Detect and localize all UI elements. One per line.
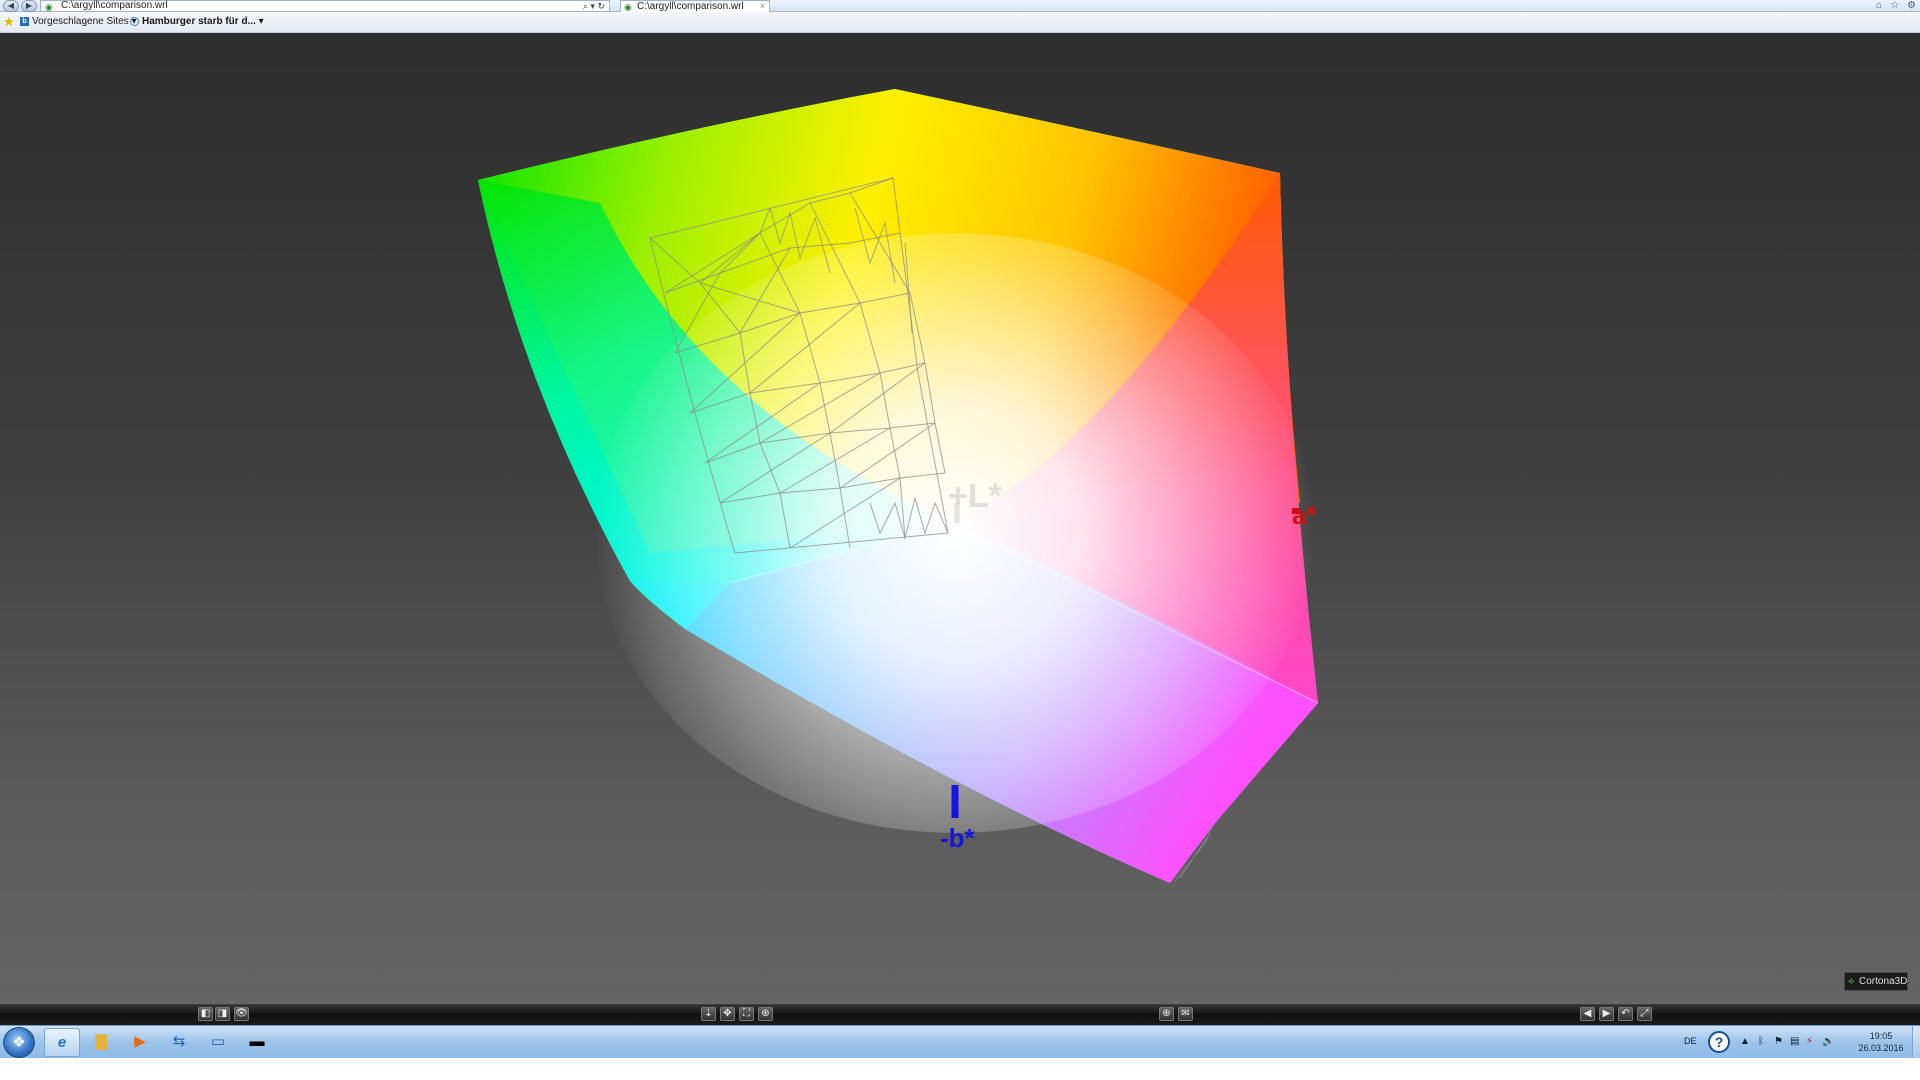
address-text[interactable]: C:\argyll\comparison.wrl (61, 0, 168, 11)
page-icon: ◉ (45, 2, 53, 12)
show-desktop-button[interactable] (1912, 1026, 1920, 1059)
power-icon[interactable]: ⚡ (1806, 1036, 1813, 1047)
system-tray: DE ? ▲ ᛒ ⚑ ▤ ⚡ 🔈 19:05 26.03.2016 (1670, 1026, 1920, 1059)
nav-pan-icon[interactable]: ◨ (215, 1007, 230, 1021)
color-gamut-3d-model (478, 89, 1319, 883)
help-question-icon[interactable]: ? (1708, 1031, 1730, 1053)
nav-next-viewpoint-icon[interactable]: ▶ (1599, 1007, 1614, 1021)
clock-time: 19:05 (1869, 1031, 1893, 1041)
back-button[interactable]: ◀ (3, 0, 19, 12)
browser-titlebar: ◀ ▶ ◉ C:\argyll\comparison.wrl ⌕ ▾ ↻ ◉ C… (0, 0, 1920, 12)
axis-label-L: +L* (948, 477, 1002, 515)
favorites-star-icon[interactable]: ★ (3, 14, 15, 30)
taskbar-file-explorer-icon[interactable]: ▇ (83, 1028, 119, 1057)
nav-move-icon[interactable]: ✥ (720, 1007, 735, 1021)
cortona-brand-text: Cortona3D (1859, 976, 1908, 987)
taskbar-media-player-icon[interactable]: ▶ (122, 1028, 158, 1057)
cortona-logo[interactable]: ⟡ Cortona3D (1844, 972, 1908, 991)
taskbar-teamviewer-icon[interactable]: ⇆ (161, 1028, 197, 1057)
ie-page-icon (130, 17, 139, 26)
nav-prev-viewpoint-icon[interactable]: ◀ (1580, 1007, 1595, 1021)
network-icon[interactable]: ▤ (1790, 1036, 1799, 1047)
clock-date: 26.03.2016 (1858, 1043, 1904, 1053)
volume-icon[interactable]: 🔈 (1822, 1036, 1834, 1047)
fav-item-hamburger[interactable]: Hamburger starb für d... ▾ (130, 16, 264, 27)
tab-close-icon[interactable]: × (760, 1, 765, 12)
nav-restore-icon[interactable]: ↶ (1618, 1007, 1633, 1021)
windows-taskbar: ❖ e ▇ ▶ ⇆ ▭ ▬ DE ? ▲ ᛒ ⚑ ▤ ⚡ 🔈 19:05 26.… (0, 1025, 1920, 1059)
cortona-leaf-icon: ⟡ (1848, 976, 1855, 987)
favorites-star-icon[interactable]: ☆ (1890, 0, 1899, 11)
cortona-navigation-bar: ◧ ◨ 👁 ⇣ ✥ ⛶ ⊕ ⊕ ✉ ◀ ▶ ↶ ⤢ (0, 1003, 1920, 1025)
nav-fit-icon[interactable]: ⛶ (739, 1007, 754, 1021)
nav-walk-icon[interactable]: ⇣ (701, 1007, 716, 1021)
language-indicator[interactable]: DE (1684, 1036, 1697, 1046)
nav-center-icon[interactable]: ⊕ (1159, 1007, 1174, 1021)
address-bar[interactable]: ◀ ▶ ◉ C:\argyll\comparison.wrl ⌕ ▾ ↻ (3, 0, 610, 12)
nav-mail-icon[interactable]: ✉ (1178, 1007, 1193, 1021)
windows-start-icon[interactable]: ❖ (3, 1027, 35, 1058)
system-clock[interactable]: 19:05 26.03.2016 (1856, 1030, 1906, 1054)
taskbar-command-prompt-icon[interactable]: ▬ (239, 1028, 275, 1057)
forward-button[interactable]: ▶ (21, 0, 37, 12)
nav-study-icon[interactable]: ⊕ (758, 1007, 773, 1021)
axis-label-a: a* (1292, 500, 1317, 530)
taskbar-remote-desktop-icon[interactable]: ▭ (200, 1028, 236, 1057)
axis-label-b: -b* (940, 823, 975, 853)
nav-view-eye-icon[interactable]: 👁 (234, 1007, 249, 1021)
nav-plan-icon[interactable]: ◧ (198, 1007, 213, 1021)
nav-fullscreen-icon[interactable]: ⤢ (1637, 1007, 1652, 1021)
settings-gear-icon[interactable]: ⚙ (1907, 0, 1916, 11)
bluetooth-icon[interactable]: ᛒ (1758, 1036, 1764, 1047)
tab-comparison[interactable]: ◉ C:\argyll\comparison.wrl × (620, 0, 770, 12)
favorites-bar: ★ b Vorgeschlagene Sites ▾ Hamburger sta… (0, 12, 1920, 33)
home-icon[interactable]: ⌂ (1876, 0, 1882, 11)
desktop-background-strip (0, 1058, 1920, 1080)
taskbar-internet-explorer-icon[interactable]: e (44, 1028, 80, 1057)
tab-title: C:\argyll\comparison.wrl (637, 1, 744, 12)
white-point-glow (595, 233, 1315, 833)
nav-buttons: ◀ ▶ (3, 0, 39, 12)
blue-square-icon: b (20, 17, 29, 26)
action-center-flag-icon[interactable]: ⚑ (1774, 1036, 1783, 1047)
vrml-3d-viewport[interactable]: +L* -b* a* ⟡ Cortona3D (0, 33, 1920, 1003)
address-tools-icon[interactable]: ⌕ ▾ ↻ (583, 1, 605, 11)
fav-item-label: Vorgeschlagene Sites ▾ (32, 16, 137, 27)
fav-item-suggested-sites[interactable]: b Vorgeschlagene Sites ▾ (20, 16, 137, 27)
browser-toolbar-icons: ⌂ ☆ ⚙ (1876, 0, 1916, 11)
fav-item-label: Hamburger starb für d... ▾ (142, 16, 264, 27)
show-hidden-icons-chevron-icon[interactable]: ▲ (1740, 1036, 1750, 1047)
